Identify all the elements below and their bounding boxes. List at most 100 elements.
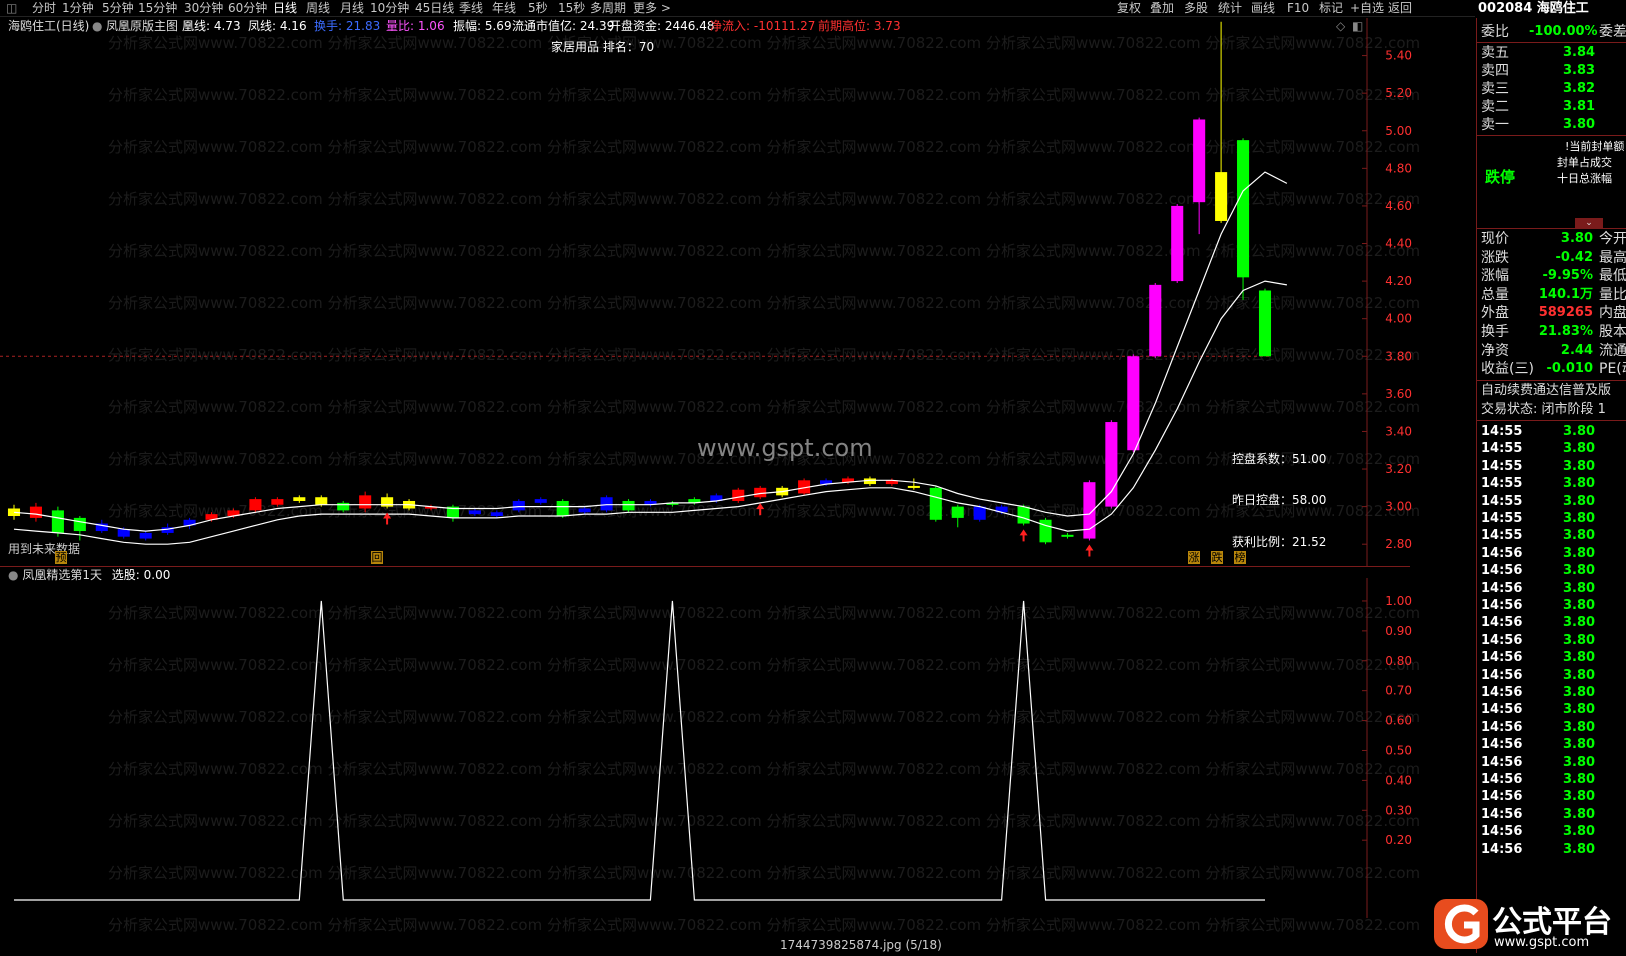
quote-value: 21.83% [1538,324,1593,339]
notice-row[interactable]: 自动续费通达信普及版 [1477,382,1626,400]
sub-line-chart[interactable]: 分析家公式网www.70822.com 分析家公式网www.70822.com … [0,578,1475,948]
quote-value: 2.44 [1560,342,1593,358]
tick-row[interactable]: 14:56 3.80 [1477,701,1626,719]
candle[interactable] [1061,532,1074,539]
candle[interactable] [1193,117,1206,235]
weibi-label: 委比 [1481,24,1509,40]
tick-row[interactable]: 14:56 3.80 [1477,614,1626,632]
candle-body [139,532,152,539]
tick-row[interactable]: 14:56 3.80 [1477,545,1626,563]
candle[interactable] [1258,288,1272,357]
ask-row: 卖二 3.81 [1477,98,1626,116]
tick-row[interactable]: 14:56 3.80 [1477,736,1626,754]
candle[interactable] [929,485,942,522]
tick-row[interactable]: 14:56 3.80 [1477,684,1626,702]
candle[interactable] [381,493,394,509]
menu-item-16[interactable]: 更多 > [633,0,671,16]
ask-price: 3.80 [1563,117,1596,132]
tick-row[interactable]: 14:56 3.80 [1477,823,1626,841]
candle[interactable] [885,478,898,486]
candle[interactable] [754,485,767,500]
toolbar-item-8[interactable]: 返回 [1388,0,1412,16]
candle[interactable] [1171,204,1184,283]
candle[interactable] [73,516,86,541]
sub-tick-label: 0.90 [1385,624,1412,638]
candle[interactable] [1127,354,1140,453]
tick-row[interactable]: 14:56 3.80 [1477,667,1626,685]
candle[interactable] [29,502,42,522]
trade-status-row: 交易状态: 闭市阶段 1 [1477,401,1626,419]
candle[interactable] [951,504,964,528]
logo-url: www.gspt.com [1494,935,1590,950]
toolbar-item-6[interactable]: 标记 [1319,0,1343,16]
tick-price: 3.80 [1563,632,1596,648]
candle[interactable] [1237,138,1250,300]
toolbar-item-3[interactable]: 统计 [1218,0,1242,16]
candle[interactable] [622,499,635,513]
menu-item-9[interactable]: 10分钟 [370,0,409,16]
ask-row: 卖四 3.83 [1477,62,1626,80]
menu-item-8[interactable]: 月线 [340,0,364,16]
tick-row[interactable]: 14:56 3.80 [1477,788,1626,806]
tick-row[interactable]: 14:55 3.80 [1477,475,1626,493]
candle[interactable] [600,495,613,513]
menu-item-4[interactable]: 30分钟 [184,0,223,16]
price-tick-label: 5.40 [1385,49,1412,63]
tick-row[interactable]: 14:56 3.80 [1477,562,1626,580]
tick-row[interactable]: 14:55 3.80 [1477,527,1626,545]
tick-row[interactable]: 14:56 3.80 [1477,806,1626,824]
tick-row[interactable]: 14:56 3.80 [1477,719,1626,737]
candle[interactable] [512,499,525,513]
tick-row[interactable]: 14:56 3.80 [1477,632,1626,650]
toolbar-item-0[interactable]: 复权 [1117,0,1141,16]
toolbar-item-2[interactable]: 多股 [1184,0,1208,16]
tick-row[interactable]: 14:55 3.80 [1477,440,1626,458]
candle[interactable] [1039,517,1052,545]
candle[interactable] [139,531,152,541]
candle[interactable] [907,478,920,490]
window-menu-icon[interactable]: ◫ [6,0,17,16]
menu-item-3[interactable]: 15分钟 [138,0,177,16]
tick-time: 14:56 [1481,737,1523,753]
tick-row[interactable]: 14:55 3.80 [1477,510,1626,528]
menu-item-10[interactable]: 45日线 [415,0,454,16]
tick-row[interactable]: 14:56 3.80 [1477,580,1626,598]
tick-row[interactable]: 14:56 3.80 [1477,771,1626,789]
menu-item-14[interactable]: 15秒 [558,0,585,16]
separator [1477,228,1626,229]
watermark-row: 分析家公式网www.70822.com 分析家公式网www.70822.com … [108,346,1420,364]
candle[interactable] [1149,282,1162,359]
candle-body [556,500,569,517]
collapse-chevron-icon[interactable]: ⌄ [1575,218,1603,228]
tick-row[interactable]: 14:56 3.80 [1477,597,1626,615]
menu-item-15[interactable]: 多周期 [590,0,626,16]
tick-row[interactable]: 14:55 3.80 [1477,423,1626,441]
pane-divider[interactable] [0,566,1410,567]
menu-item-11[interactable]: 季线 [459,0,483,16]
candle[interactable] [249,497,262,513]
toolbar-item-4[interactable]: 画线 [1251,0,1275,16]
candle[interactable] [732,487,745,503]
toolbar-item-5[interactable]: F10 [1287,0,1309,16]
menu-item-13[interactable]: 5秒 [528,0,548,16]
quote-label2: PE(动 [1599,361,1626,378]
menu-item-7[interactable]: 周线 [306,0,330,16]
menu-item-2[interactable]: 5分钟 [102,0,134,16]
menu-item-0[interactable]: 分时 [32,0,56,16]
menu-item-5[interactable]: 60分钟 [228,0,267,16]
quote-label2: 量比 [1599,286,1626,303]
toolbar-item-1[interactable]: 叠加 [1150,0,1174,16]
watermark-row: 分析家公式网www.70822.com 分析家公式网www.70822.com … [108,916,1420,934]
menu-item-1[interactable]: 1分钟 [62,0,94,16]
menu-item-6[interactable]: 日线 [273,0,297,16]
tick-row[interactable]: 14:56 3.80 [1477,754,1626,772]
tick-time: 14:55 [1481,476,1523,492]
tick-row[interactable]: 14:55 3.80 [1477,493,1626,511]
candle-body [490,512,503,517]
tick-row[interactable]: 14:55 3.80 [1477,458,1626,476]
tick-row[interactable]: 14:56 3.80 [1477,649,1626,667]
tick-row[interactable]: 14:56 3.80 [1477,841,1626,859]
price-tick-label: 2.80 [1385,537,1412,551]
toolbar-item-7[interactable]: +自选 [1350,0,1384,16]
menu-item-12[interactable]: 年线 [492,0,516,16]
